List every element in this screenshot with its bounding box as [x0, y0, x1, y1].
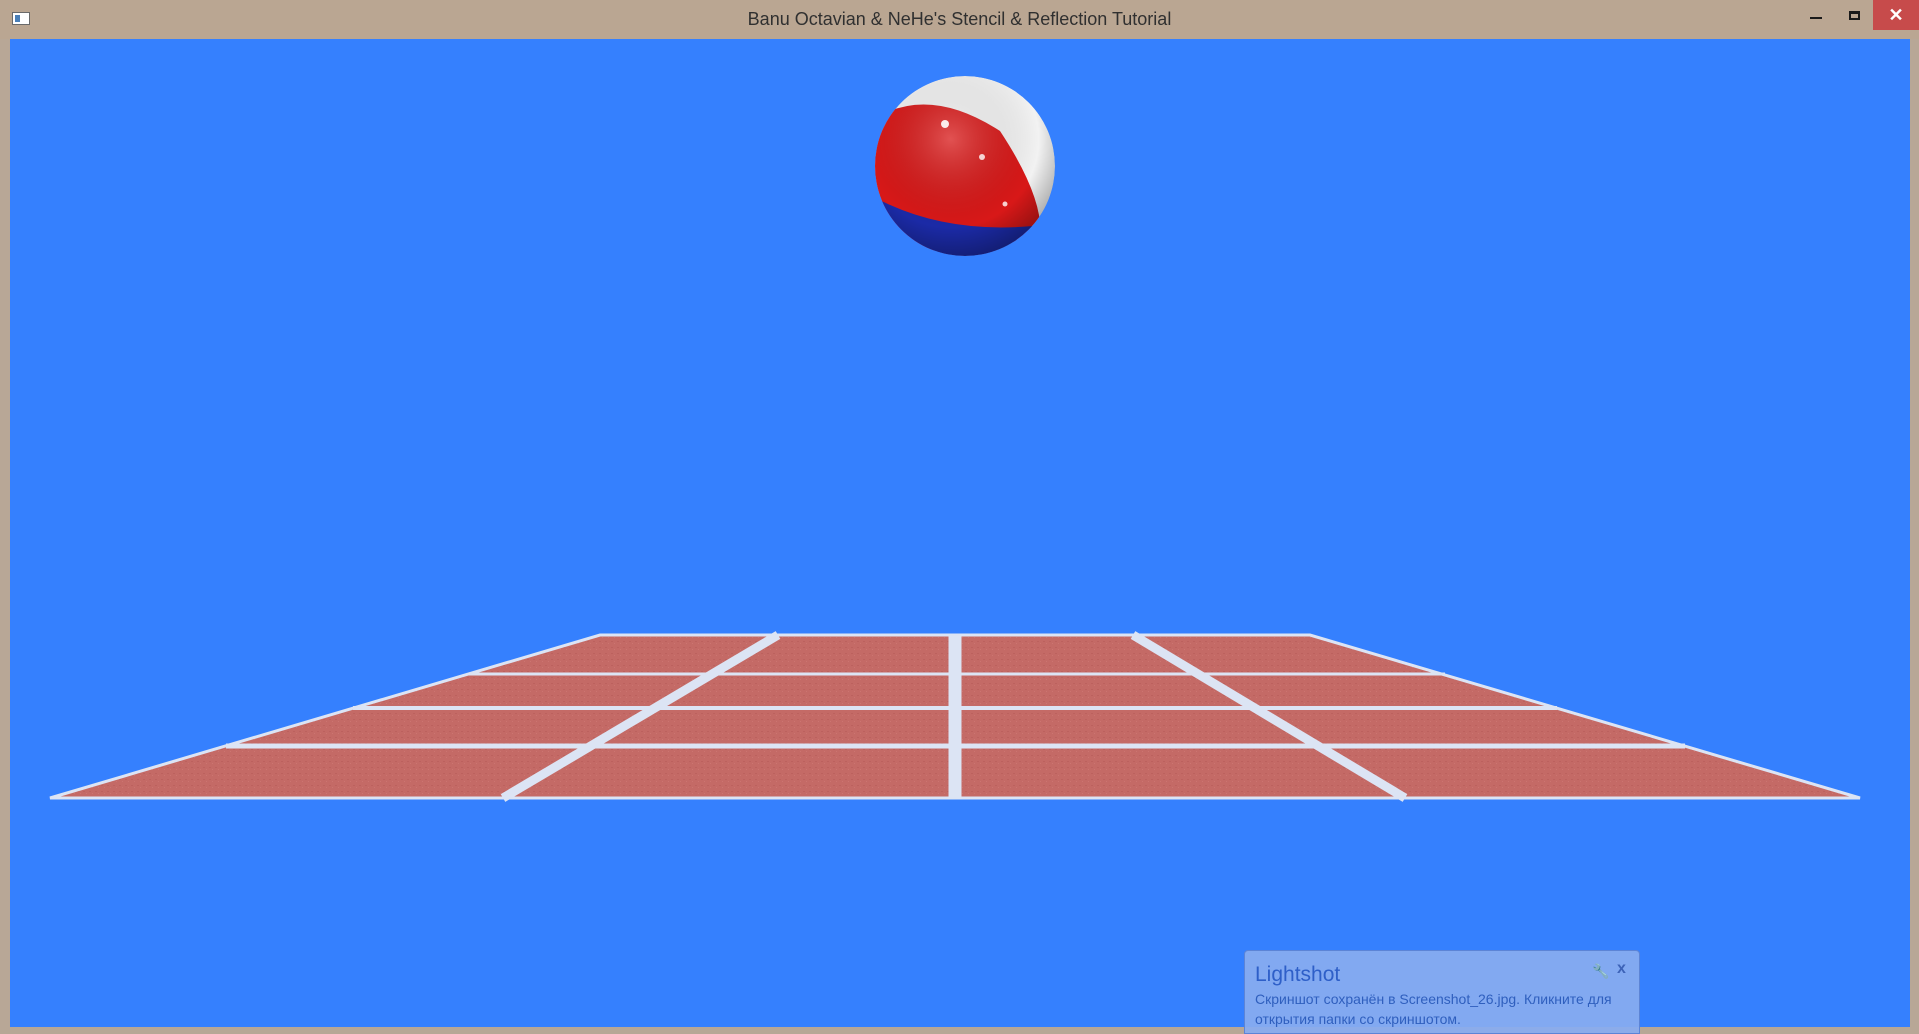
gl-viewport[interactable] [10, 39, 1910, 1027]
settings-icon[interactable]: 🔧 [1592, 963, 1609, 980]
close-button[interactable]: ✕ [1873, 0, 1919, 30]
scene-canvas [49, 76, 1861, 802]
maximize-button[interactable] [1835, 0, 1873, 30]
close-notification-icon[interactable]: x [1617, 960, 1626, 978]
beach-ball [875, 76, 1055, 256]
close-icon: ✕ [1888, 4, 1904, 25]
minimize-icon [1810, 17, 1822, 19]
title-bar: Banu Octavian & NeHe's Stencil & Reflect… [0, 0, 1919, 39]
minimize-button[interactable] [1797, 0, 1835, 30]
lightshot-notification[interactable]: Lightshot 🔧 x Скриншот сохранён в Screen… [1244, 950, 1640, 1034]
maximize-icon [1848, 10, 1860, 20]
floor [49, 631, 1861, 802]
window-title: Banu Octavian & NeHe's Stencil & Reflect… [747, 9, 1172, 29]
notification-message[interactable]: Скриншот сохранён в Screenshot_26.jpg. К… [1255, 989, 1635, 1029]
notification-title: Lightshot [1255, 963, 1341, 986]
